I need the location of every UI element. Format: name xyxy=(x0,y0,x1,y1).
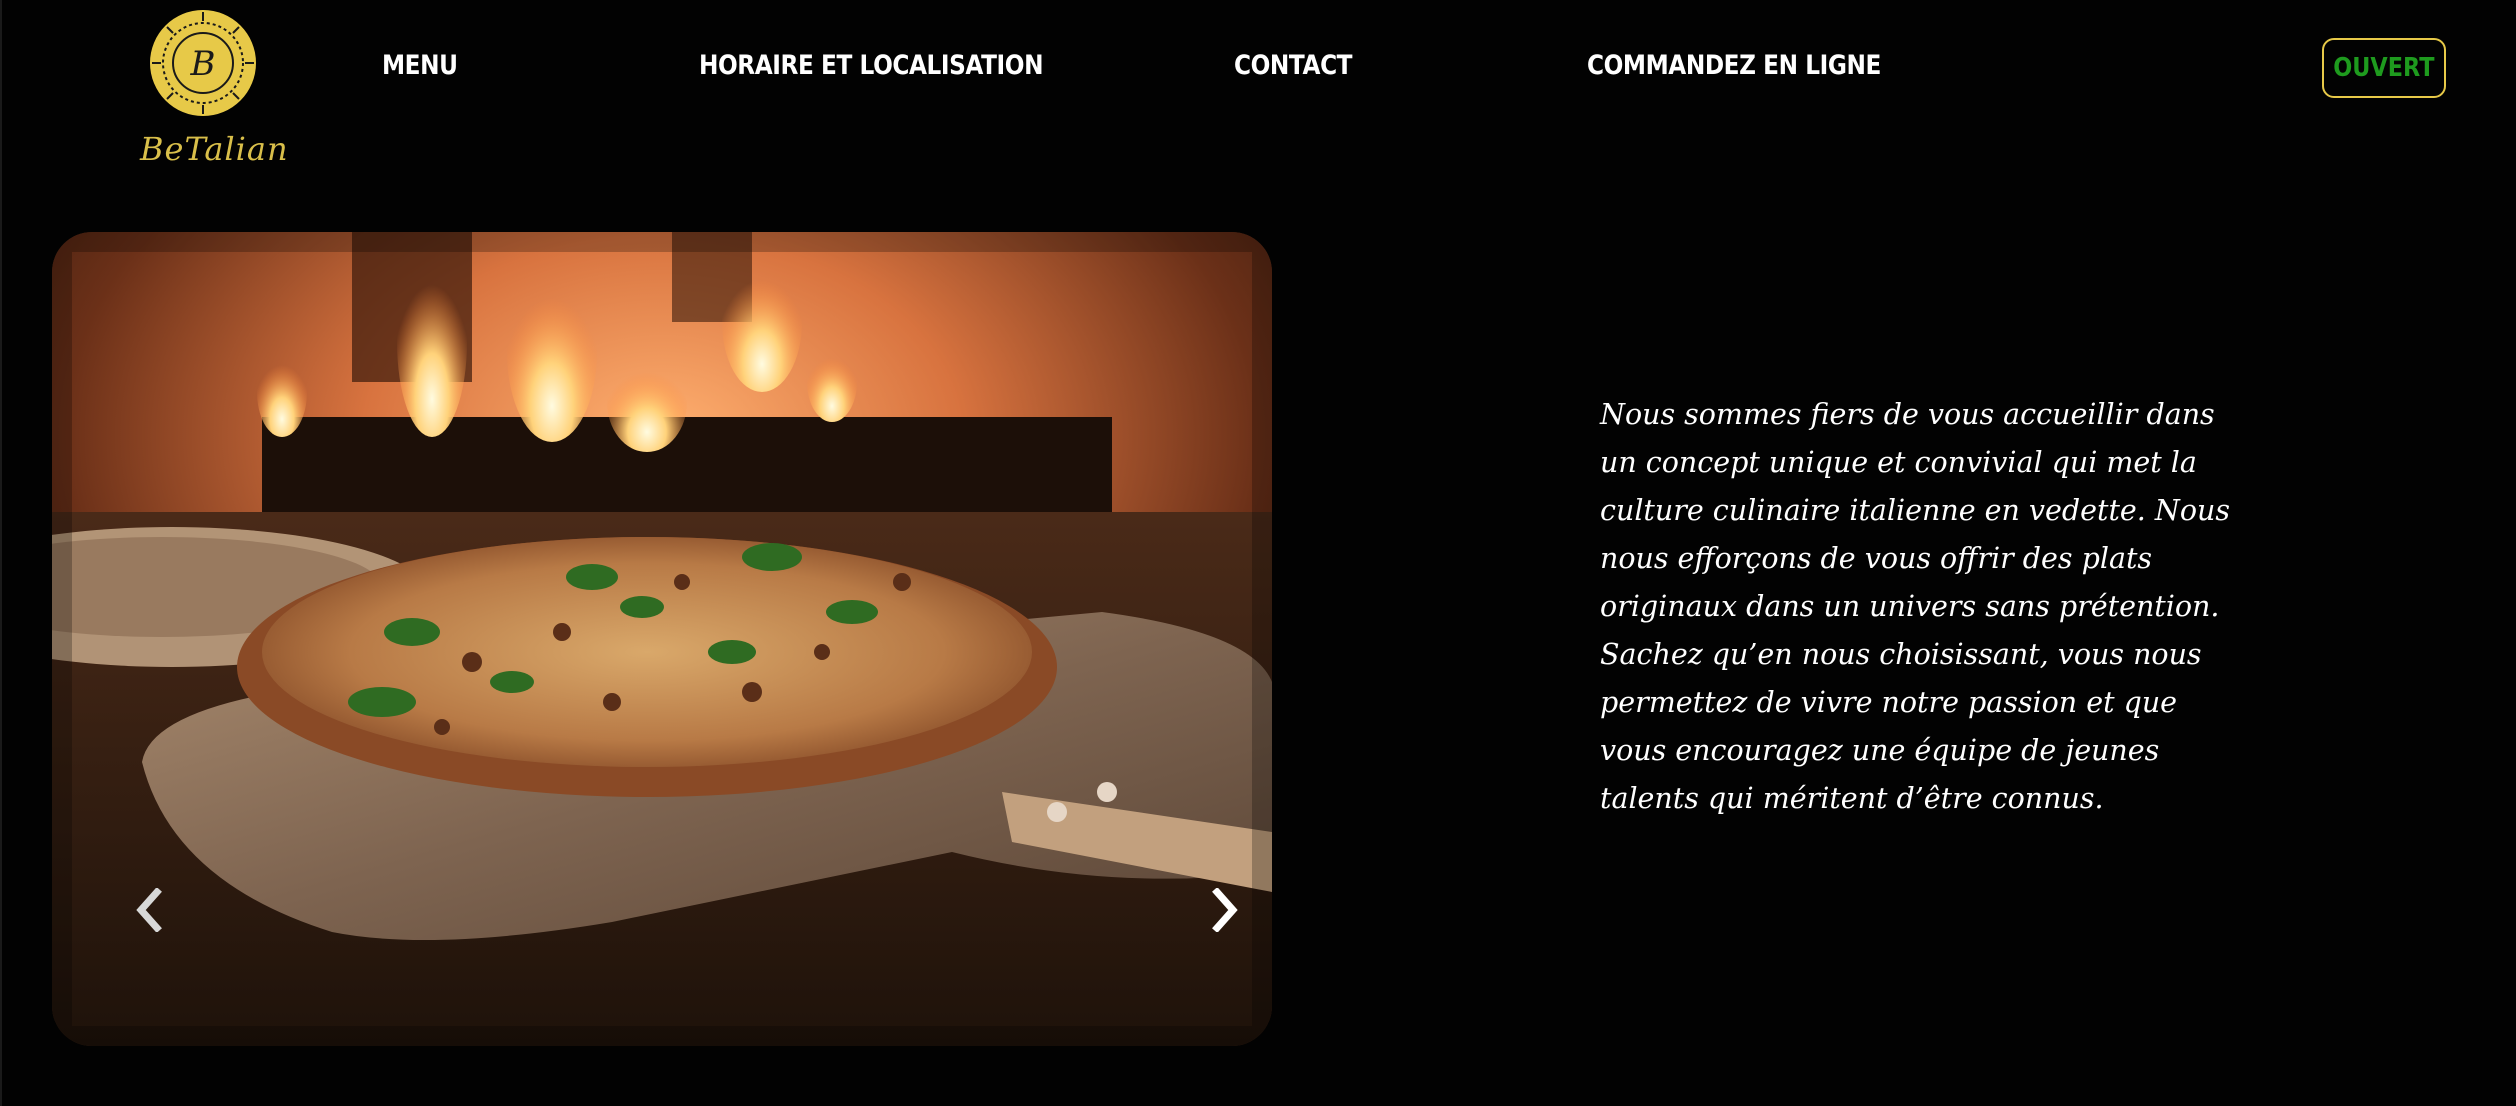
status-label: OUVERT xyxy=(2333,53,2435,83)
nav-horaire-localisation[interactable]: HORAIRE ET LOCALISATION xyxy=(699,50,1044,90)
brand-logo[interactable]: B BeTalian xyxy=(140,8,289,168)
pizza-sun-badge-icon: B xyxy=(150,10,256,116)
chevron-right-icon xyxy=(1212,888,1238,932)
page: B BeTalian MENU HORAIRE ET LOCALISATION … xyxy=(0,0,2516,1106)
open-status-badge: OUVERT xyxy=(2322,38,2446,98)
chevron-left-icon xyxy=(136,888,162,932)
svg-text:B: B xyxy=(190,44,216,84)
carousel-next-button[interactable] xyxy=(1202,880,1250,940)
carousel-prev-button[interactable] xyxy=(124,880,172,940)
brand-name: BeTalian xyxy=(140,130,289,168)
pizza-oven-image xyxy=(52,232,1272,1046)
nav-commandez-en-ligne[interactable]: COMMANDEZ EN LIGNE xyxy=(1587,50,1881,90)
nav-menu[interactable]: MENU xyxy=(382,50,458,90)
hero-carousel[interactable] xyxy=(52,232,1272,1046)
intro-paragraph: Nous sommes fiers de vous accueillir dan… xyxy=(1600,397,2230,815)
nav-contact[interactable]: CONTACT xyxy=(1234,50,1353,90)
